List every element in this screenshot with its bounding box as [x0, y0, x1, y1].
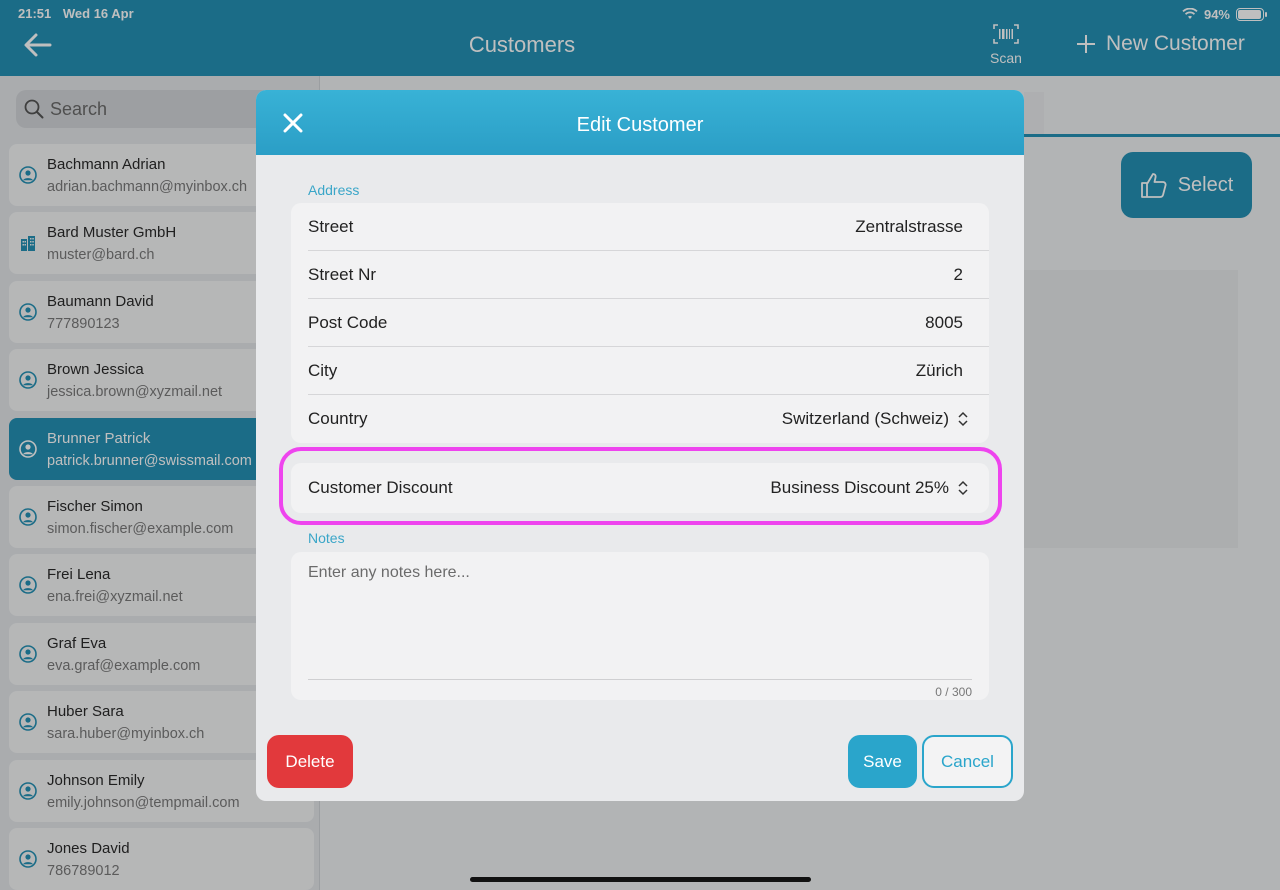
edit-customer-dialog: Edit Customer Address Street Zentralstra…: [256, 90, 1024, 801]
dialog-title: Edit Customer: [576, 114, 704, 136]
city-value[interactable]: Zürich: [916, 361, 963, 381]
address-section-label: Address: [308, 182, 360, 198]
save-button[interactable]: Save: [848, 735, 917, 788]
street-value[interactable]: Zentralstrasse: [855, 217, 963, 237]
notes-section-label: Notes: [308, 530, 345, 546]
dialog-header: Edit Customer: [256, 90, 1024, 155]
chevron-updown-icon: [958, 411, 968, 427]
country-label: Country: [308, 409, 368, 428]
notes-card: 0 / 300: [291, 552, 989, 700]
street-row[interactable]: Street Zentralstrasse: [308, 203, 989, 251]
street-nr-row[interactable]: Street Nr 2: [308, 251, 989, 299]
address-card: Street Zentralstrasse Street Nr 2 Post C…: [291, 203, 989, 443]
delete-button[interactable]: Delete: [267, 735, 353, 788]
country-value: Switzerland (Schweiz): [781, 409, 949, 428]
notes-textarea[interactable]: [308, 562, 972, 680]
post-code-label: Post Code: [308, 312, 388, 332]
home-indicator: [470, 877, 811, 882]
cancel-button[interactable]: Cancel: [922, 735, 1013, 788]
post-code-row[interactable]: Post Code 8005: [308, 299, 989, 347]
country-select[interactable]: Country Switzerland (Schweiz): [308, 395, 989, 443]
city-row[interactable]: City Zürich: [308, 347, 989, 395]
city-label: City: [308, 360, 338, 380]
post-code-value[interactable]: 8005: [925, 313, 963, 333]
street-nr-value[interactable]: 2: [954, 265, 963, 285]
street-nr-label: Street Nr: [308, 264, 377, 284]
street-label: Street: [308, 216, 354, 236]
highlight-outline: [279, 447, 1002, 525]
notes-counter: 0 / 300: [935, 685, 972, 699]
